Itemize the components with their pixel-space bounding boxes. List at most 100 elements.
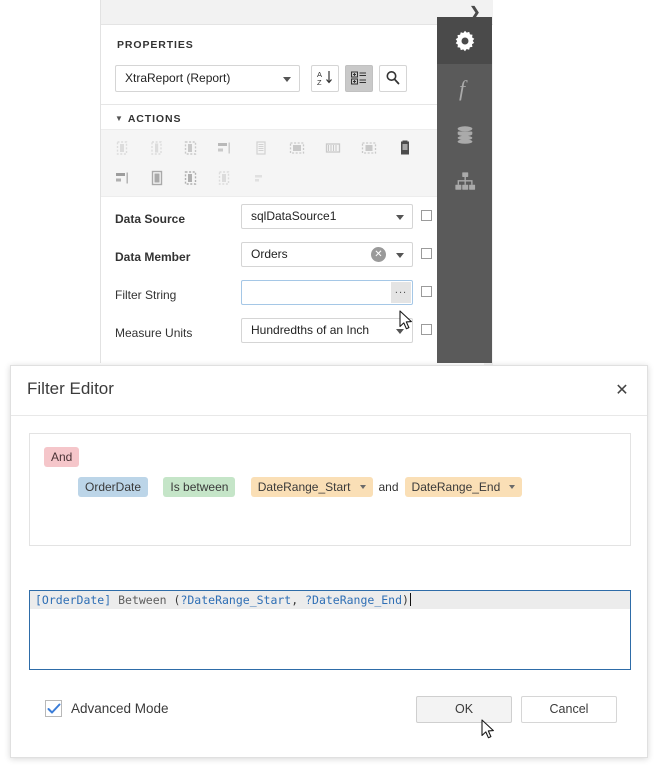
filter-string-checkbox[interactable] (421, 286, 432, 297)
condition-value1-token[interactable]: DateRange_Start (251, 477, 373, 497)
condition-value2-label: DateRange_End (412, 480, 501, 494)
spacer (148, 480, 163, 494)
screenshot-root: ❯ PROPERTIES XtraReport (Report) A Z (0, 0, 658, 770)
data-member-dropdown[interactable]: Orders ✕ (241, 242, 413, 267)
dialog-title: Filter Editor (27, 379, 114, 399)
properties-header: PROPERTIES (117, 39, 194, 51)
actions-header[interactable]: ▼ ACTIONS (115, 113, 181, 125)
object-select-value: XtraReport (Report) (125, 71, 230, 85)
make-same-size-icon[interactable] (217, 170, 233, 186)
text-caret (410, 593, 411, 606)
rail-expressions[interactable]: f (437, 64, 492, 111)
condition-field-token[interactable]: OrderDate (78, 477, 148, 497)
condition-value2-token[interactable]: DateRange_End (405, 477, 523, 497)
size-width-icon[interactable] (325, 140, 341, 156)
measure-units-dropdown[interactable]: Hundredths of an Inch (241, 318, 413, 343)
expression-text: [OrderDate] Between (?DateRange_Start, ?… (35, 592, 411, 608)
spacing-icon[interactable] (253, 170, 269, 186)
search-icon (384, 69, 402, 87)
hierarchy-icon (437, 158, 492, 205)
search-properties-button[interactable] (379, 65, 407, 92)
advanced-mode-label[interactable]: Advanced Mode (71, 701, 169, 716)
gear-icon (437, 17, 492, 64)
property-label: Filter String (115, 288, 176, 302)
filter-string-input[interactable]: ... (241, 280, 413, 305)
data-member-checkbox[interactable] (421, 248, 432, 259)
condition-value1-label: DateRange_Start (258, 480, 351, 494)
actions-icon-grid (101, 129, 493, 197)
expression-keyword: Between (118, 593, 166, 607)
expression-param2: ?DateRange_End (305, 593, 402, 607)
ok-button[interactable]: OK (416, 696, 512, 723)
size-height-icon[interactable] (361, 140, 377, 156)
expression-separator: , (291, 593, 305, 607)
chevron-down-icon (509, 485, 515, 489)
measure-units-value: Hundredths of an Inch (251, 323, 369, 337)
filter-condition-row: OrderDate Is between DateRange_Start and D… (78, 477, 522, 497)
rail-properties[interactable] (437, 17, 492, 64)
panel-divider (101, 104, 493, 105)
advanced-mode-checkbox[interactable] (45, 700, 62, 717)
object-select[interactable]: XtraReport (Report) (115, 65, 300, 92)
chevron-down-icon (396, 329, 404, 334)
svg-text:f: f (459, 76, 468, 101)
expression-field: [OrderDate] (35, 593, 111, 607)
sort-alphabetical-button[interactable]: A Z (311, 65, 339, 92)
align-left-icon[interactable] (115, 140, 131, 156)
filter-group-row: And (44, 447, 79, 467)
filter-editor-dialog: Filter Editor ✕ And OrderDate Is between… (10, 365, 648, 758)
database-icon (437, 111, 492, 158)
align-center-icon[interactable] (149, 140, 165, 156)
sort-az-icon: A Z (316, 69, 334, 87)
property-row-data-source: Data Source sqlDataSource1 (101, 201, 493, 239)
align-left-2-icon[interactable] (115, 170, 131, 186)
group-by-category-button[interactable] (345, 65, 373, 92)
cancel-button[interactable]: Cancel (521, 696, 617, 723)
designer-tab-rail: f (437, 17, 492, 363)
center-horizontally-icon[interactable] (149, 170, 165, 186)
property-row-data-member: Data Member Orders ✕ (101, 239, 493, 277)
triangle-down-icon: ▼ (115, 114, 124, 123)
property-row-filter-string: Filter String ... (101, 277, 493, 315)
property-label: Data Member (115, 250, 190, 264)
spacer (167, 593, 174, 607)
measure-units-checkbox[interactable] (421, 324, 432, 335)
rail-field-list[interactable] (437, 158, 492, 205)
function-f-icon: f (437, 64, 492, 111)
dialog-footer: Advanced Mode OK Cancel (11, 686, 647, 757)
expression-close-paren: ) (402, 593, 409, 607)
condition-conjunction: and (373, 480, 405, 494)
filter-tree-canvas[interactable]: And OrderDate Is between DateRange_Start… (29, 433, 631, 546)
properties-panel-body: PROPERTIES XtraReport (Report) A Z (101, 25, 493, 363)
data-source-dropdown[interactable]: sqlDataSource1 (241, 204, 413, 229)
condition-operator-token[interactable]: Is between (163, 477, 235, 497)
chevron-down-icon (396, 253, 404, 258)
property-row-measure-units: Measure Units Hundredths of an Inch (101, 315, 493, 353)
align-top-icon[interactable] (217, 140, 233, 156)
align-middle-icon[interactable] (253, 140, 269, 156)
spacer (235, 480, 250, 494)
filter-string-ellipsis-button[interactable]: ... (391, 282, 411, 303)
data-source-value: sqlDataSource1 (251, 209, 336, 223)
close-icon[interactable]: ✕ (611, 380, 633, 402)
chevron-down-icon (396, 215, 404, 220)
checkmark-icon (47, 703, 61, 715)
property-label: Data Source (115, 212, 185, 226)
group-operator-token[interactable]: And (44, 447, 79, 467)
expression-textarea[interactable]: [OrderDate] Between (?DateRange_Start, ?… (29, 590, 631, 670)
dialog-header: Filter Editor ✕ (11, 366, 647, 416)
center-vertically-icon[interactable] (183, 170, 199, 186)
actions-header-label: ACTIONS (128, 113, 182, 125)
property-rows: Data Source sqlDataSource1 Data Member O… (101, 201, 493, 353)
size-both-icon[interactable] (397, 140, 413, 156)
data-source-checkbox[interactable] (421, 210, 432, 221)
align-right-icon[interactable] (183, 140, 199, 156)
data-member-value: Orders (251, 247, 288, 261)
svg-text:Z: Z (317, 78, 322, 87)
property-label: Measure Units (115, 326, 192, 340)
rail-data-sources[interactable] (437, 111, 492, 158)
align-bottom-icon[interactable] (289, 140, 305, 156)
clear-icon[interactable]: ✕ (371, 247, 386, 262)
panel-top-bar: ❯ (101, 0, 493, 25)
chevron-down-icon (283, 77, 291, 82)
